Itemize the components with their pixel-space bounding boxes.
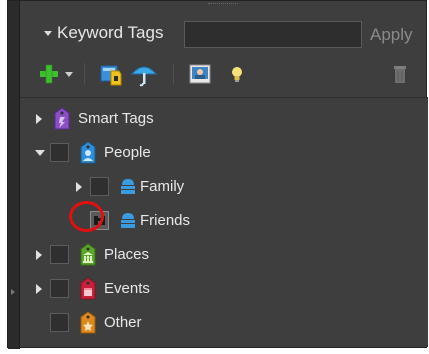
tags-toolbar xyxy=(20,57,428,91)
tree-item-label: Places xyxy=(104,246,150,263)
apply-button[interactable]: Apply xyxy=(370,21,413,48)
edit-tag-icon[interactable] xyxy=(99,61,125,87)
tree-item-other[interactable]: Other xyxy=(20,306,428,340)
tag-checkbox[interactable] xyxy=(50,143,69,162)
toolbar-separator xyxy=(84,63,85,85)
tree-item-label: Other xyxy=(104,314,142,331)
highlight-circle xyxy=(69,201,104,232)
tree-item-events[interactable]: Events xyxy=(20,272,428,306)
toolbar-separator xyxy=(173,63,174,85)
photo-icon[interactable] xyxy=(187,61,213,87)
tree-item-label: Friends xyxy=(140,212,191,229)
tree-item-label: Events xyxy=(104,280,150,297)
panel-header: Keyword Tags Apply xyxy=(20,15,428,51)
tag-checkbox[interactable] xyxy=(50,245,69,264)
tree-item-people[interactable]: People xyxy=(20,136,428,170)
tree-item-label: Family xyxy=(140,178,185,195)
expand-triangle-icon[interactable] xyxy=(76,182,82,192)
keyword-search-input[interactable] xyxy=(184,21,362,48)
tree-item-label: People xyxy=(104,144,151,161)
tag-checkbox[interactable] xyxy=(50,313,69,332)
tag-checkbox[interactable] xyxy=(90,177,109,196)
events-icon xyxy=(76,277,100,301)
tree-item-family[interactable]: Family xyxy=(20,170,428,204)
expand-triangle-icon[interactable] xyxy=(36,284,42,294)
panel-collapse-strip[interactable] xyxy=(8,1,20,349)
places-icon xyxy=(76,243,100,267)
panel-title[interactable]: Keyword Tags xyxy=(57,23,163,43)
person-tag-icon xyxy=(116,175,140,199)
collapse-triangle-icon[interactable] xyxy=(44,30,52,36)
tree-item-smart-tags[interactable]: Smart Tags xyxy=(20,102,428,136)
smart-tag-icon xyxy=(50,107,74,131)
umbrella-icon[interactable] xyxy=(130,61,158,87)
tree-item-places[interactable]: Places xyxy=(20,238,428,272)
chevron-down-icon[interactable] xyxy=(64,61,74,87)
collapse-triangle-icon[interactable] xyxy=(35,150,45,156)
expand-arrow-icon[interactable] xyxy=(11,289,15,295)
plus-icon[interactable] xyxy=(38,61,60,87)
person-tag-icon xyxy=(116,209,140,233)
tag-checkbox[interactable] xyxy=(50,279,69,298)
trash-icon[interactable] xyxy=(391,61,409,87)
expand-triangle-icon[interactable] xyxy=(36,114,42,124)
people-icon xyxy=(76,141,100,165)
lightbulb-icon[interactable] xyxy=(227,61,247,87)
keyword-tags-panel: Keyword Tags Apply Smart Tags People Fam… xyxy=(7,0,428,349)
expand-triangle-icon[interactable] xyxy=(36,250,42,260)
resize-grip[interactable] xyxy=(208,3,238,7)
tree-item-label: Smart Tags xyxy=(78,110,154,127)
other-icon xyxy=(76,311,100,335)
